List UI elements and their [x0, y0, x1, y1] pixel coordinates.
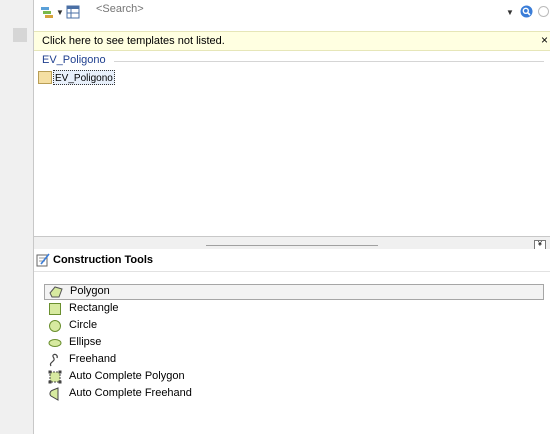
- tool-rectangle[interactable]: Rectangle: [44, 301, 544, 317]
- organize-templates-icon[interactable]: [66, 5, 80, 22]
- infobar-message[interactable]: Click here to see templates not listed.: [42, 35, 225, 47]
- pane-splitter[interactable]: ¥: [34, 236, 550, 250]
- collapsed-panel-tab[interactable]: [13, 28, 27, 42]
- create-features-panel: ▼ ▼ Click here to see templates n: [34, 0, 550, 434]
- circle-icon: [48, 319, 62, 333]
- template-item-label: EV_Poligono: [53, 70, 115, 85]
- construction-tools-header: Construction Tools: [34, 249, 550, 272]
- tool-label: Polygon: [70, 285, 110, 297]
- search-icon[interactable]: [520, 5, 533, 21]
- construction-tools-list: Polygon Rectangle Circle Ellipse Freehan…: [44, 284, 544, 403]
- tool-auto-complete-polygon[interactable]: Auto Complete Polygon: [44, 369, 544, 385]
- tool-label: Freehand: [69, 353, 117, 365]
- splitter-grip: [206, 245, 378, 246]
- tool-label: Auto Complete Polygon: [69, 370, 185, 382]
- ellipse-icon: [48, 336, 62, 350]
- freehand-icon: [48, 353, 62, 367]
- tool-label: Auto Complete Freehand: [69, 387, 192, 399]
- filter-dropdown-icon[interactable]: ▼: [56, 8, 64, 17]
- tool-polygon[interactable]: Polygon: [44, 284, 544, 300]
- filter-templates-icon[interactable]: [40, 5, 54, 22]
- tool-auto-complete-freehand[interactable]: Auto Complete Freehand: [44, 386, 544, 402]
- rectangle-icon: [48, 302, 62, 316]
- tool-ellipse[interactable]: Ellipse: [44, 335, 544, 351]
- tool-circle[interactable]: Circle: [44, 318, 544, 334]
- auto-complete-freehand-icon: [48, 387, 62, 401]
- search-options-icon[interactable]: [537, 5, 550, 21]
- group-divider: [114, 61, 544, 62]
- left-gutter: [0, 0, 34, 434]
- construction-tools-icon: [36, 253, 50, 270]
- tool-label: Circle: [69, 319, 98, 331]
- tool-label: Ellipse: [69, 336, 102, 348]
- search-dropdown-icon[interactable]: ▼: [506, 8, 514, 17]
- construction-tools-title: Construction Tools: [53, 254, 154, 266]
- close-icon[interactable]: ×: [541, 33, 548, 47]
- tool-freehand[interactable]: Freehand: [44, 352, 544, 368]
- tool-label: Rectangle: [69, 302, 119, 314]
- template-swatch-icon: [38, 71, 52, 84]
- templates-not-listed-bar[interactable]: Click here to see templates not listed. …: [34, 31, 550, 51]
- template-group-header: EV_Poligono: [42, 54, 106, 66]
- polygon-icon: [49, 285, 63, 299]
- auto-complete-polygon-icon: [48, 370, 62, 384]
- search-input[interactable]: [96, 3, 446, 15]
- search-toolbar: ▼ ▼: [34, 0, 550, 30]
- template-item[interactable]: EV_Poligono: [38, 70, 115, 85]
